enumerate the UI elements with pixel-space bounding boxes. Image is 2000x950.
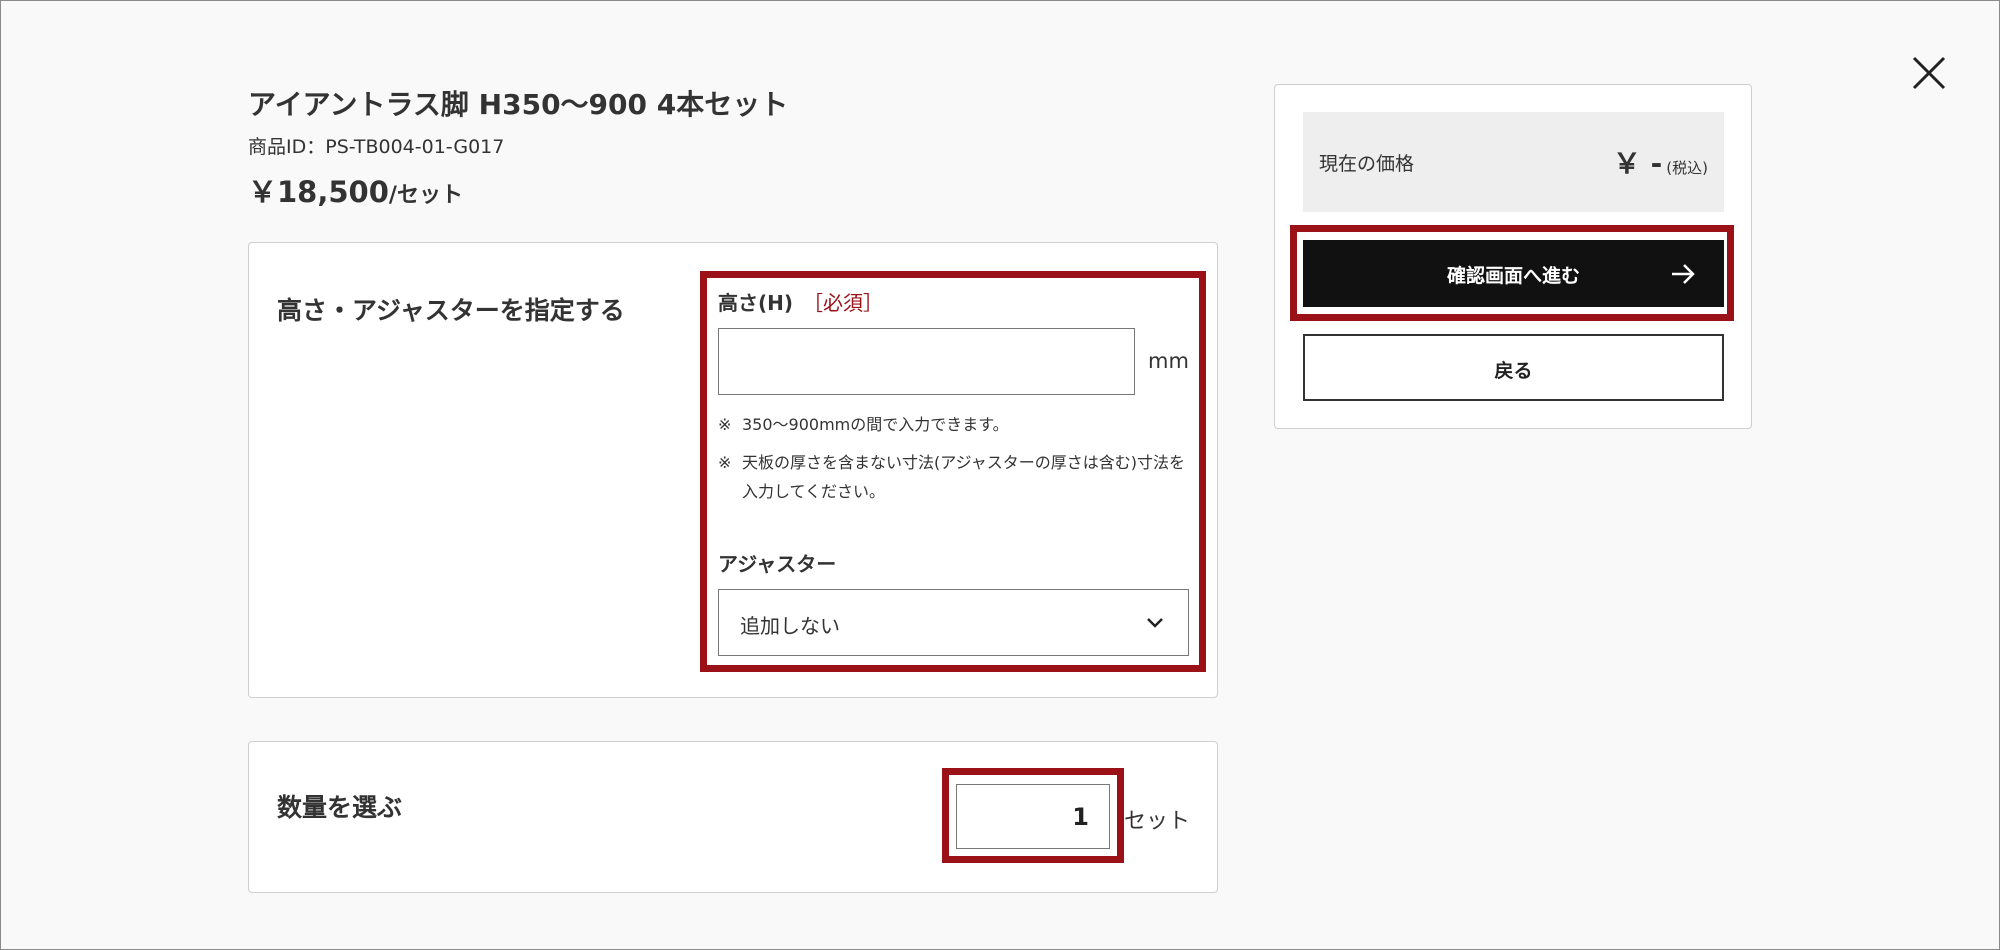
quantity-input[interactable] [956,784,1110,849]
product-price-amount: ￥18,500 [248,175,389,209]
back-button[interactable]: 戻る [1303,334,1724,401]
chevron-down-icon [1147,618,1163,628]
current-price-label: 現在の価格 [1319,153,1415,175]
adjuster-selected-value: 追加しない [740,614,840,638]
close-icon [1912,56,1946,90]
required-badge: ［必須］ [803,291,884,315]
adjuster-label: アジャスター [718,552,837,576]
quantity-unit: セット [1124,809,1191,834]
spec-section-title: 高さ・アジャスターを指定する [277,296,625,325]
current-price-value: ￥ - (税込) [1613,142,1708,182]
height-unit: mm [1148,349,1189,373]
note-mark: ※ [718,453,732,472]
height-note: ※ 350〜900mmの間で入力できます。 [718,410,1186,439]
current-price-amount: ￥ - [1612,147,1663,180]
note-text: 350〜900mmの間で入力できます。 [742,415,1009,434]
confirm-button-label: 確認画面へ進む [1446,265,1580,287]
height-note: ※ 天板の厚さを含まない寸法(アジャスターの厚さは含む)寸法を入力してください。 [718,448,1186,506]
height-input[interactable] [718,328,1135,395]
adjuster-select[interactable]: 追加しない [718,589,1189,656]
note-text: 天板の厚さを含まない寸法(アジャスターの厚さは含む)寸法を入力してください。 [742,453,1186,501]
quantity-section-title: 数量を選ぶ [277,793,403,822]
tax-label: (税込) [1666,159,1708,177]
close-button[interactable] [1908,52,1950,94]
confirm-button[interactable]: 確認画面へ進む [1303,240,1724,307]
product-title: アイアントラス脚 H350〜900 4本セット [248,88,789,121]
product-price: ￥18,500/セット [248,172,1208,217]
current-price-box: 現在の価格 ￥ - (税込) [1303,112,1724,212]
back-button-label: 戻る [1494,360,1533,382]
product-header: アイアントラス脚 H350〜900 4本セット 商品ID：PS-TB004-01… [248,86,1208,217]
height-label: 高さ(H) ［必須］ [718,287,883,316]
product-id: 商品ID：PS-TB004-01-G017 [248,136,505,158]
height-label-text: 高さ(H) [718,291,794,315]
note-mark: ※ [718,415,732,434]
arrow-right-icon [1672,264,1695,284]
product-price-unit: /セット [388,183,463,208]
